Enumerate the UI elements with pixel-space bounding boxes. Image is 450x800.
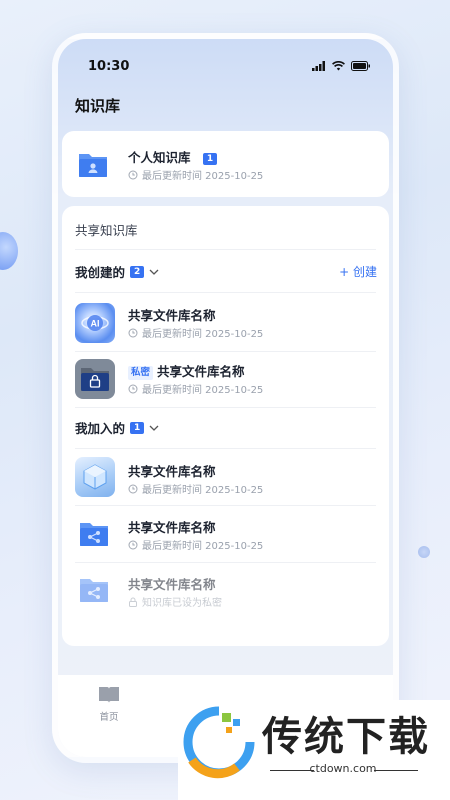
item-updated: 最后更新时间 2025-10-25	[128, 481, 263, 496]
clock-icon	[128, 384, 138, 393]
book-icon	[99, 687, 119, 703]
private-tag: 私密	[128, 365, 154, 380]
clock-icon	[128, 484, 138, 493]
created-group-label: 我创建的	[75, 265, 126, 280]
page-title: 知识库	[75, 97, 121, 115]
cube-icon	[83, 464, 107, 490]
personal-kb-label: 个人知识库	[128, 150, 191, 165]
personal-kb-card[interactable]: 个人知识库 1 最后更新时间 2025-10-25	[62, 131, 389, 197]
clock-icon	[128, 540, 138, 549]
folder-icon	[79, 154, 107, 177]
divider	[75, 351, 376, 352]
cube-thumbnail	[75, 457, 115, 497]
updated-text: 最后更新时间 2025-10-25	[142, 171, 264, 182]
clock-icon	[128, 328, 138, 337]
shared-folder-icon	[80, 579, 108, 602]
tab-home-label: 首页	[99, 712, 119, 723]
count-badge: 1	[202, 152, 218, 165]
shared-kb-card: 共享知识库 我创建的 2 + 创建 AI 共享文件库名称 最后更新时间 2025…	[62, 206, 389, 646]
svg-text:AI: AI	[91, 319, 100, 329]
item-status: 知识库已设为私密	[128, 594, 222, 609]
joined-group-toggle[interactable]: 我加入的 1	[75, 418, 159, 437]
item-title-text: 共享文件库名称	[157, 364, 245, 379]
divider	[75, 562, 376, 563]
updated-text: 最后更新时间 2025-10-25	[142, 541, 264, 552]
watermark: 传统下载 ctdown.com	[178, 700, 450, 800]
clock-icon	[128, 170, 138, 179]
status-time: 10:30	[88, 59, 130, 74]
watermark-domain: ctdown.com	[309, 762, 377, 775]
decorative-blob	[0, 232, 18, 270]
status-text: 知识库已设为私密	[142, 598, 222, 609]
watermark-line	[374, 770, 418, 771]
updated-text: 最后更新时间 2025-10-25	[142, 485, 264, 496]
ai-globe-icon: AI	[81, 315, 109, 331]
create-button[interactable]: + 创建	[339, 263, 377, 280]
count-badge: 2	[130, 265, 145, 278]
divider	[75, 505, 376, 506]
item-updated: 最后更新时间 2025-10-25	[128, 325, 263, 340]
watermark-logo-icon	[183, 706, 255, 779]
chevron-down-icon	[149, 425, 159, 431]
item-title: 共享文件库名称	[128, 577, 216, 592]
chevron-down-icon	[149, 269, 159, 275]
updated-text: 最后更新时间 2025-10-25	[142, 385, 264, 396]
phone-frame: 10:30 知识库 个人知识库 1 最后更新时间 2025-10-25 共享知识…	[52, 33, 399, 763]
divider	[75, 448, 376, 449]
item-updated: 最后更新时间 2025-10-25	[128, 537, 263, 552]
item-updated: 最后更新时间 2025-10-25	[128, 381, 263, 396]
locked-folder-thumbnail	[75, 359, 115, 399]
status-icons	[312, 61, 371, 71]
lock-folder-icon	[81, 368, 109, 391]
personal-kb-updated: 最后更新时间 2025-10-25	[128, 167, 263, 182]
divider	[75, 407, 376, 408]
lock-icon	[129, 597, 137, 607]
personal-kb-title: 个人知识库 1	[128, 147, 218, 166]
item-title: 共享文件库名称	[128, 464, 216, 479]
decorative-dot	[418, 546, 430, 558]
tab-home[interactable]: 首页	[84, 685, 134, 723]
wifi-icon	[332, 61, 345, 71]
created-group-toggle[interactable]: 我创建的 2	[75, 262, 159, 281]
count-badge: 1	[130, 421, 145, 434]
watermark-brand: 传统下载	[262, 714, 430, 760]
ai-thumbnail: AI	[75, 303, 115, 343]
updated-text: 最后更新时间 2025-10-25	[142, 329, 264, 340]
item-title: 私密 共享文件库名称	[128, 361, 245, 380]
joined-group-label: 我加入的	[75, 421, 126, 436]
divider	[75, 249, 376, 250]
divider	[75, 292, 376, 293]
item-title: 共享文件库名称	[128, 308, 216, 323]
battery-icon	[351, 61, 370, 71]
status-bar: 10:30	[58, 39, 393, 89]
item-title: 共享文件库名称	[128, 520, 216, 535]
shared-folder-icon	[80, 523, 108, 546]
shared-section-title: 共享知识库	[75, 223, 138, 238]
signal-icon	[312, 61, 325, 71]
